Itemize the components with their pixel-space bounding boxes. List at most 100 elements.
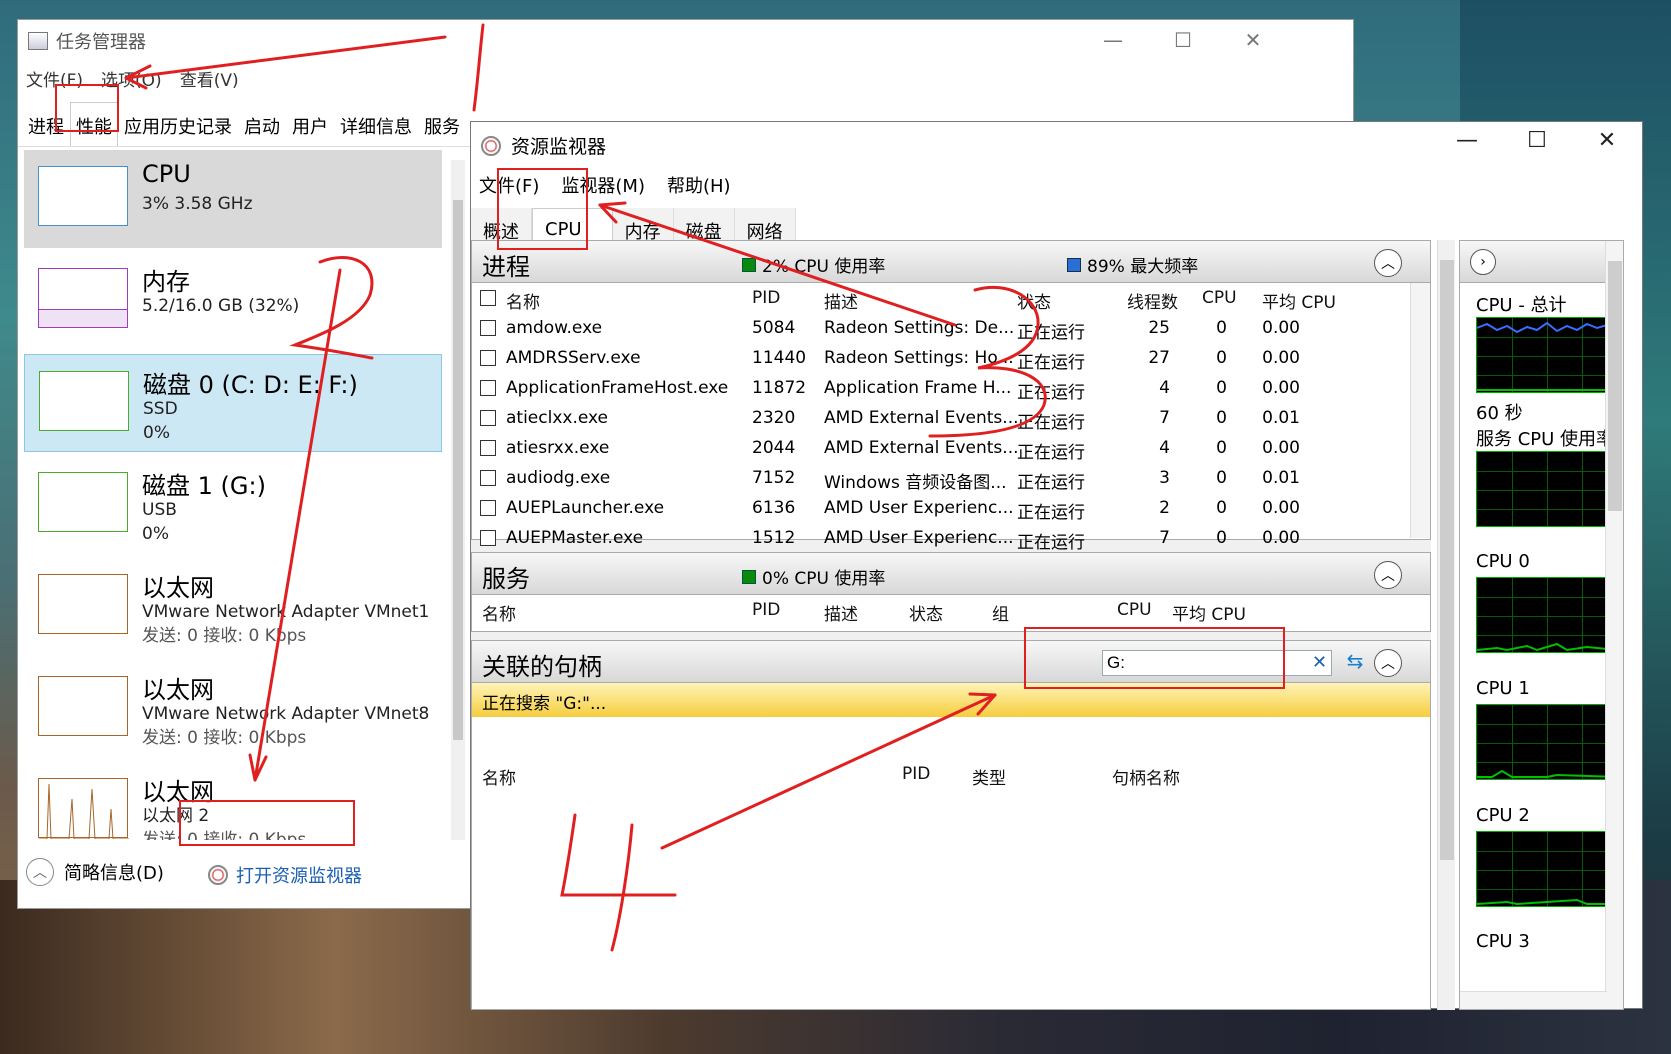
col-group[interactable]: 组 [992,600,1009,625]
handles-collapse-button[interactable]: ︿ [1374,649,1402,677]
fewer-details-link[interactable]: 简略信息(D) [64,859,164,885]
services-cpu-usage-text: 0% CPU 使用率 [762,569,886,589]
row-checkbox[interactable] [480,410,496,426]
tab-startup[interactable]: 启动 [238,102,286,146]
col-name[interactable]: 名称 [482,600,516,625]
row-checkbox[interactable] [480,320,496,336]
col-average-cpu[interactable]: 平均 CPU [1262,288,1336,313]
clear-search-icon[interactable]: ✕ [1312,652,1327,673]
resource-monitor-icon [481,135,501,156]
table-row[interactable]: AMDRSServ.exe 11440 Radeon Settings: Ho...… [472,343,1430,373]
row-checkbox[interactable] [480,380,496,396]
processes-cpu-usage: 2% CPU 使用率 [742,252,885,277]
cell-status: 正在运行 [1017,533,1085,553]
close-icon[interactable]: ✕ [1572,128,1642,153]
col-handle-name[interactable]: 句柄名称 [1112,764,1180,789]
table-row[interactable]: amdow.exe 5084 Radeon Settings: De... 正在运行 2… [472,313,1430,343]
annotation-box-performance-tab [55,84,119,132]
processes-max-frequency: 89% 最大频率 [1067,252,1198,277]
tab-app-history[interactable]: 应用历史记录 [118,102,238,146]
row-checkbox[interactable] [480,440,496,456]
close-icon[interactable]: ✕ [1218,28,1288,52]
resource-monitor-icon [208,865,228,885]
processes-header[interactable]: 进程 2% CPU 使用率 89% 最大频率 ︿ [472,241,1430,283]
max-frequency-swatch [1067,257,1081,272]
col-threads[interactable]: 线程数 [1127,288,1178,313]
cell-average-cpu: 0.00 [1262,438,1300,458]
tab-users[interactable]: 用户 [286,102,334,146]
table-row[interactable]: AUEPMaster.exe 1512 AMD User Experienc... 正… [472,523,1430,553]
perf-list-scrollbar[interactable] [451,160,465,840]
scrollbar-thumb[interactable] [1440,260,1454,860]
menu-view[interactable]: 查看(V) [180,66,239,91]
perf-item-ethernet-vmnet8[interactable]: 以太网 VMware Network Adapter VMnet8 发送: 0 … [24,660,442,758]
perf-item-title: CPU [142,160,191,188]
resource-monitor-scrollbar[interactable] [1437,240,1455,1010]
perf-item-disk0[interactable]: 磁盘 0 (C: D: E: F:) SSD 0% [24,354,442,452]
expand-graphs-icon[interactable]: › [1470,249,1496,275]
processes-table-header: 名称 PID 描述 状态 线程数 CPU 平均 CPU [472,283,1430,313]
row-checkbox[interactable] [480,500,496,516]
col-status[interactable]: 状态 [909,600,943,625]
cell-name: atieclxx.exe [506,408,609,428]
col-pid[interactable]: PID [752,600,780,620]
maximize-icon[interactable]: ☐ [1148,28,1218,52]
perf-item-cpu[interactable]: CPU 3% 3.58 GHz [24,150,442,248]
row-checkbox[interactable] [480,470,496,486]
processes-collapse-button[interactable]: ︿ [1374,249,1402,277]
cell-name: amdow.exe [506,318,603,338]
cell-description: AMD External Events... [824,408,1019,428]
processes-title: 进程 [482,253,530,281]
minimize-icon[interactable]: — [1078,28,1148,52]
col-pid[interactable]: PID [902,764,930,784]
select-all-checkbox[interactable] [480,290,496,306]
graph-gridline [1477,490,1615,491]
col-type[interactable]: 类型 [972,764,1006,789]
row-checkbox[interactable] [480,530,496,546]
open-resource-monitor-link[interactable]: 打开资源监视器 [208,862,362,888]
col-cpu[interactable]: CPU [1202,288,1237,308]
disk0-mini-graph [39,371,129,431]
services-collapse-button[interactable]: ︿ [1374,561,1402,589]
col-description[interactable]: 描述 [824,600,858,625]
graphs-scrollbar[interactable] [1605,241,1623,1009]
col-name[interactable]: 名称 [482,764,516,789]
col-description[interactable]: 描述 [824,288,858,313]
graphs-horizontal-scrollbar[interactable] [1460,991,1607,1009]
minimize-icon[interactable]: — [1432,128,1502,153]
table-row[interactable]: atieclxx.exe 2320 AMD External Events... 正在… [472,403,1430,433]
graph-gridline [1547,452,1548,526]
perf-item-disk1[interactable]: 磁盘 1 (G:) USB 0% [24,456,442,554]
handles-title: 关联的句柄 [482,653,602,681]
table-row[interactable]: AUEPLauncher.exe 6136 AMD User Experienc..… [472,493,1430,523]
services-header[interactable]: 服务 0% CPU 使用率 ︿ [472,553,1430,595]
scrollbar-thumb[interactable] [453,200,463,740]
table-row[interactable]: atiesrxx.exe 2044 AMD External Events... 正在… [472,433,1430,463]
scrollbar-thumb[interactable] [1608,261,1622,511]
cell-cpu: 0 [1216,498,1227,518]
handles-header[interactable]: 关联的句柄 ✕ ⇆ ︿ [472,641,1430,683]
maximize-icon[interactable]: ☐ [1502,128,1572,153]
tab-details[interactable]: 详细信息 [334,102,418,146]
table-row[interactable]: audiodg.exe 7152 Windows 音频设备图... 正在运行 3 0 0.0… [472,463,1430,493]
col-average-cpu[interactable]: 平均 CPU [1172,600,1246,625]
col-pid[interactable]: PID [752,288,780,308]
col-name[interactable]: 名称 [506,288,540,313]
perf-item-memory[interactable]: 内存 5.2/16.0 GB (32%) [24,252,442,350]
row-checkbox[interactable] [480,350,496,366]
cell-threads: 4 [1159,438,1170,458]
processes-scrollbar[interactable] [1410,283,1430,538]
resource-monitor-main: 进程 2% CPU 使用率 89% 最大频率 ︿ 名称 PID 描述 状态 线程… [471,240,1431,1010]
cell-name: audiodg.exe [506,468,611,488]
perf-item-ethernet-vmnet1[interactable]: 以太网 VMware Network Adapter VMnet1 发送: 0 … [24,558,442,656]
cpu1-trace [1477,769,1615,778]
perf-item-detail-2: 0% [142,524,169,544]
refresh-search-icon[interactable]: ⇆ [1342,649,1368,675]
col-cpu[interactable]: CPU [1117,600,1152,620]
menu-help[interactable]: 帮助(H) [667,172,731,198]
col-status[interactable]: 状态 [1017,288,1051,313]
cpu-usage-swatch [742,569,756,584]
tab-services[interactable]: 服务 [418,102,466,146]
chevron-up-icon[interactable]: ︿ [26,858,54,886]
table-row[interactable]: ApplicationFrameHost.exe 11872 Application… [472,373,1430,403]
